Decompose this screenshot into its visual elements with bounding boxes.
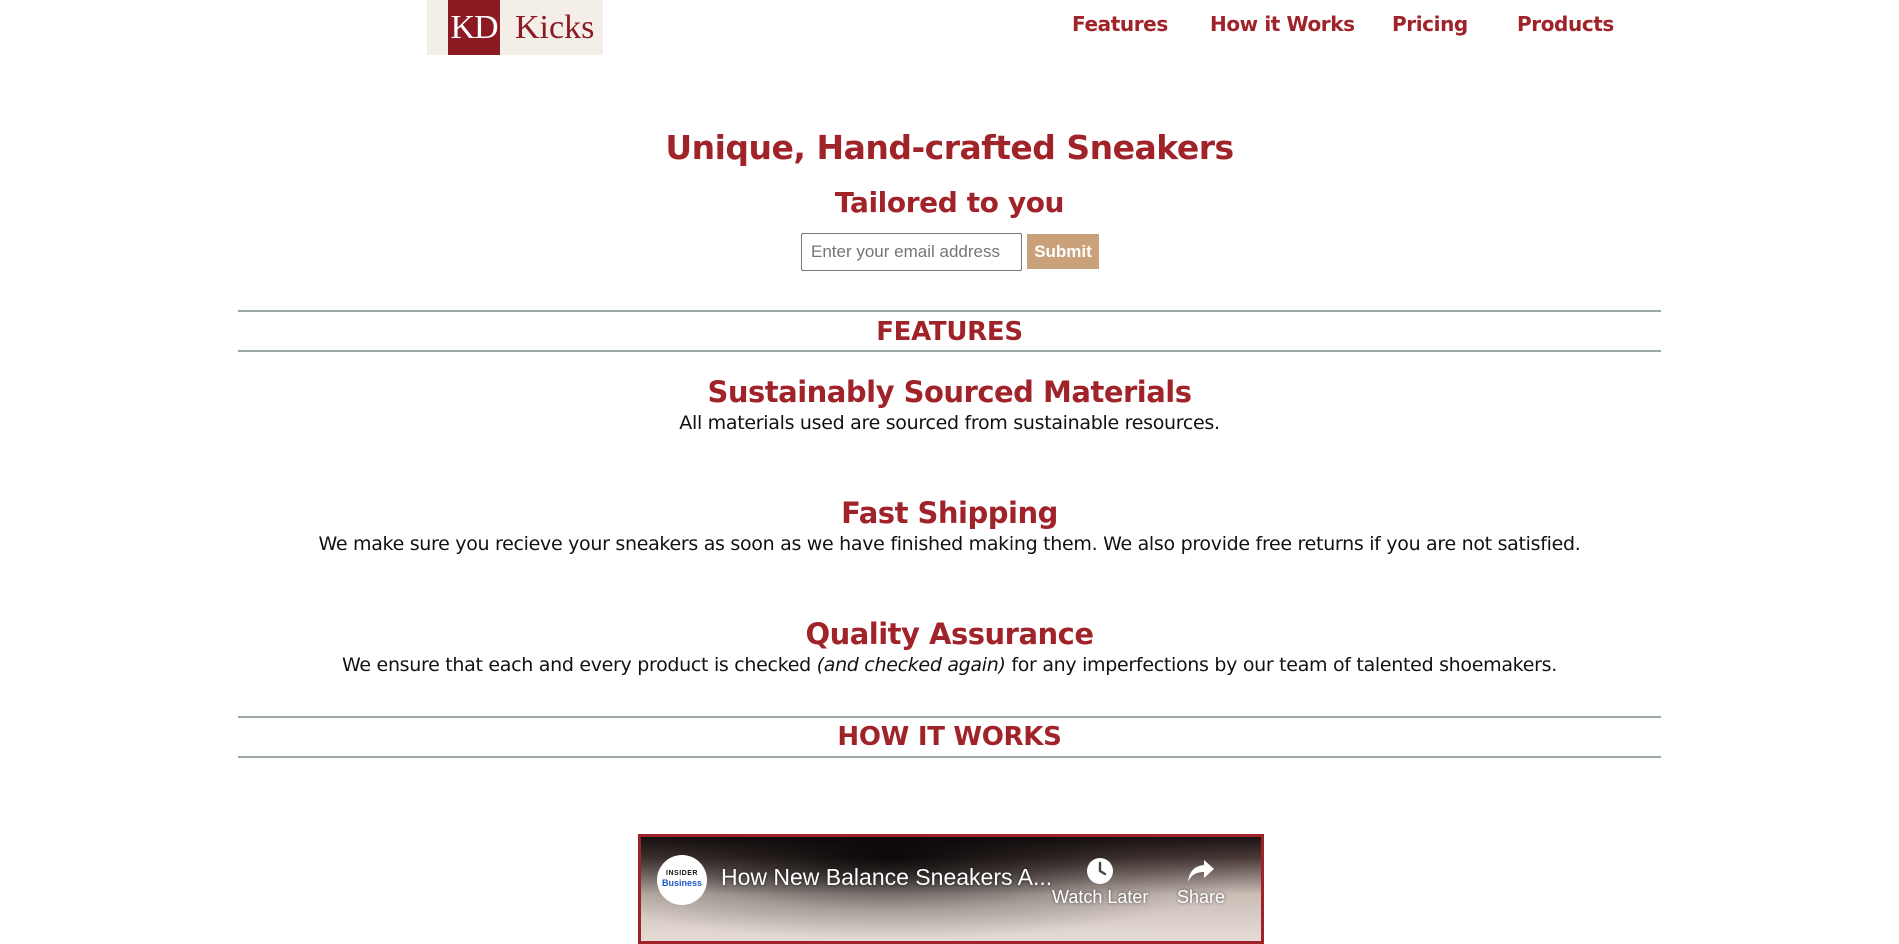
features-heading: FEATURES (876, 317, 1023, 347)
watch-later-button[interactable]: Watch Later (1052, 857, 1148, 908)
share-label: Share (1177, 887, 1226, 907)
feature-desc-quality-emphasis: (and checked again) (816, 654, 1006, 676)
video-title[interactable]: How New Balance Sneakers A... (721, 864, 1052, 891)
logo-text: Kicks (515, 9, 595, 46)
how-it-works-heading: HOW IT WORKS (837, 722, 1062, 752)
nav-link-pricing[interactable]: Pricing (1392, 12, 1468, 36)
nav-link-how-it-works[interactable]: How it Works (1210, 12, 1355, 36)
divider (238, 350, 1661, 352)
hero-subtitle: Tailored to you (834, 186, 1065, 219)
watch-later-label: Watch Later (1052, 887, 1149, 907)
feature-title-quality: Quality Assurance (805, 617, 1094, 651)
nav-link-features[interactable]: Features (1072, 12, 1168, 36)
feature-desc-shipping: We make sure you recieve your sneakers a… (318, 533, 1581, 555)
divider (238, 716, 1661, 718)
logo[interactable]: KD Kicks (427, 0, 603, 55)
feature-title-shipping: Fast Shipping (841, 496, 1058, 530)
channel-name-bottom: Business (661, 878, 703, 888)
divider (238, 310, 1661, 312)
feature-desc-quality-end: for any imperfections by our team of tal… (1005, 654, 1557, 676)
channel-avatar[interactable]: INSIDER Business (657, 855, 707, 905)
feature-desc-materials: All materials used are sourced from sust… (679, 412, 1220, 434)
feature-title-materials: Sustainably Sourced Materials (707, 375, 1192, 409)
feature-desc-quality-start: We ensure that each and every product is… (342, 654, 817, 676)
hero-title: Unique, Hand-crafted Sneakers (665, 128, 1234, 167)
clock-icon (1087, 858, 1114, 884)
feature-desc-quality: We ensure that each and every product is… (0, 654, 1899, 676)
nav-link-products[interactable]: Products (1517, 12, 1614, 36)
video-player[interactable]: INSIDER Business How New Balance Sneaker… (638, 834, 1264, 944)
channel-name-top: INSIDER (666, 870, 698, 877)
divider (238, 756, 1661, 758)
logo-mark: KD (448, 0, 500, 55)
share-button[interactable]: Share (1177, 857, 1225, 908)
email-input[interactable] (801, 233, 1022, 271)
top-nav: KD Kicks Features How it Works Pricing P… (0, 0, 1899, 60)
share-icon (1188, 860, 1215, 882)
submit-button[interactable]: Submit (1027, 234, 1099, 269)
